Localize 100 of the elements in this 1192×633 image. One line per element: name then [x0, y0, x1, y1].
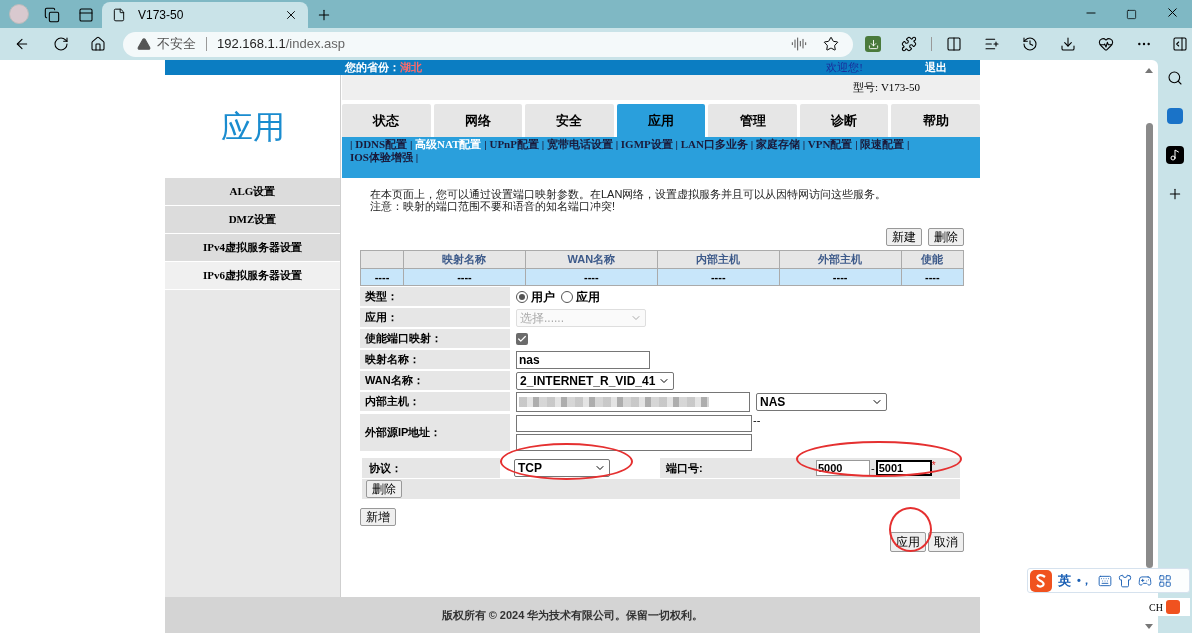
port-start-field[interactable]: 5000	[816, 460, 870, 476]
scroll-down-icon[interactable]	[1145, 624, 1153, 629]
separator-text: |	[483, 138, 488, 150]
side-menu-item[interactable]: IPv6虚拟服务器设置	[165, 262, 340, 290]
table-cell: ----	[525, 268, 658, 286]
close-icon[interactable]	[1165, 5, 1180, 20]
nav-tab[interactable]: 诊断	[799, 104, 889, 137]
address-bar[interactable]: 不安全 192.168.1.1/index.asp	[123, 31, 853, 57]
column-header: WAN名称	[525, 250, 658, 268]
highlight-ring	[889, 507, 932, 552]
search-icon[interactable]	[1167, 70, 1183, 86]
delete-row-button[interactable]: 删除	[366, 480, 402, 498]
field-label: 应用：	[365, 310, 398, 326]
home-icon[interactable]	[90, 36, 106, 52]
column-header: 内部主机	[657, 250, 780, 268]
gamepad-icon[interactable]	[1137, 573, 1152, 588]
restore-icon[interactable]	[1126, 9, 1137, 20]
split-screen-icon[interactable]	[946, 36, 962, 52]
close-icon	[284, 8, 298, 22]
tab-actions-icon[interactable]	[78, 7, 94, 23]
action-button[interactable]: 取消	[928, 532, 964, 552]
ime-language[interactable]: 英	[1058, 570, 1071, 591]
table-button[interactable]: 删除	[928, 228, 964, 246]
radio-option[interactable]: 用户	[516, 287, 555, 306]
nav-tab[interactable]: 网络	[433, 104, 523, 137]
field-label: 映射名称：	[365, 352, 420, 368]
range-separator: -	[871, 460, 875, 476]
favorite-icon	[823, 36, 839, 52]
add-button[interactable]: 新增	[360, 508, 396, 526]
sub-nav-link[interactable]: UPnP配置	[489, 138, 539, 151]
intro-text: 在本页面上，您可以通过设置端口映射参数。在LAN网络，设置虚拟服务并且可以从因特网访问这些服务。	[370, 188, 888, 200]
input-field[interactable]	[516, 433, 752, 451]
field-label: 协议：	[369, 460, 402, 476]
browser-tab[interactable]: V173-50	[102, 2, 308, 28]
sub-nav-link[interactable]: IGMP设置	[620, 138, 673, 151]
ime-language-code[interactable]: CH	[1149, 599, 1163, 615]
province-label: 您的省份：	[345, 60, 400, 76]
field-label: 端口号:	[666, 460, 703, 476]
music-app-icon[interactable]	[1166, 146, 1184, 164]
nav-tab[interactable]: 帮助	[891, 104, 980, 137]
new-tab-icon[interactable]	[316, 7, 332, 23]
sub-nav-link[interactable]: IOS体验增强	[350, 151, 413, 164]
toolbox-icon[interactable]	[1157, 573, 1172, 588]
dropdown[interactable]: 2_INTERNET_R_VID_41	[516, 371, 674, 390]
keyboard-icon[interactable]	[1097, 573, 1112, 588]
ime-punctuation[interactable]: •，	[1077, 572, 1092, 589]
action-button[interactable]: 应用	[890, 532, 926, 552]
skin-icon[interactable]	[1117, 573, 1132, 588]
separator-text: |	[350, 138, 354, 150]
sub-nav-link[interactable]: LAN口多业务	[680, 138, 748, 151]
nav-tab[interactable]: 应用	[616, 104, 706, 137]
model-label: 型号: V173-50	[853, 80, 920, 96]
separator-text: |	[854, 138, 859, 150]
separator-text: |	[801, 138, 807, 150]
separator-text: |	[906, 138, 910, 150]
input-field[interactable]	[516, 392, 750, 412]
table-cell: ----	[360, 268, 404, 286]
extensions-icon[interactable]	[901, 36, 917, 52]
nav-tab[interactable]: 管理	[708, 104, 797, 137]
sidebar-icon[interactable]	[1172, 36, 1188, 52]
side-menu-item[interactable]: ALG设置	[165, 178, 340, 206]
nav-tab[interactable]: 安全	[525, 104, 614, 137]
radio-option[interactable]: 应用	[561, 287, 600, 306]
extension-icon[interactable]	[865, 36, 881, 52]
downloads-icon[interactable]	[1060, 36, 1076, 52]
sub-nav-link[interactable]: 宽带电话设置	[546, 138, 613, 151]
back-icon[interactable]	[14, 36, 30, 52]
column-header: 映射名称	[403, 250, 526, 268]
workspaces-icon[interactable]	[44, 7, 60, 23]
protocol-dropdown[interactable]: TCP	[514, 459, 610, 477]
separator-text: |	[749, 138, 755, 150]
scroll-up-icon[interactable]	[1145, 68, 1153, 73]
table-button[interactable]: 新建	[886, 228, 922, 246]
favorites-icon[interactable]	[984, 36, 1000, 52]
sub-nav-link[interactable]: VPN配置	[807, 138, 853, 151]
add-icon[interactable]	[1167, 186, 1183, 202]
input-field[interactable]	[516, 414, 752, 432]
browser-essentials-icon[interactable]	[1098, 36, 1114, 52]
read-aloud-icon[interactable]	[791, 36, 807, 52]
history-icon[interactable]	[1022, 36, 1038, 52]
port-end-field[interactable]: 5001	[875, 460, 932, 476]
scrollbar-thumb[interactable]	[1145, 123, 1153, 568]
field-label: 使能端口映射：	[365, 331, 442, 347]
separator-text: |	[408, 138, 414, 150]
dropdown[interactable]: NAS	[756, 393, 887, 411]
column-header: 使能	[901, 250, 964, 268]
input-field[interactable]: nas	[516, 350, 650, 369]
side-menu-item[interactable]: IPv4虚拟服务器设置	[165, 234, 340, 262]
logout-link[interactable]: 退出	[925, 59, 947, 76]
separator-text: |	[674, 138, 679, 150]
province-value: 湖北	[400, 60, 422, 76]
side-menu-item[interactable]: DMZ设置	[165, 206, 340, 234]
required-mark: *	[931, 459, 936, 473]
checkbox[interactable]	[516, 332, 528, 345]
nav-tab[interactable]: 状态	[342, 104, 431, 137]
sub-nav-link[interactable]: DDNS配置	[355, 138, 408, 151]
field-label: 外部源IP地址：	[365, 425, 442, 441]
sub-nav-link[interactable]: 限速配置	[860, 138, 905, 151]
sub-nav-link[interactable]: 家庭存储	[755, 138, 800, 151]
reload-icon[interactable]	[53, 36, 69, 52]
